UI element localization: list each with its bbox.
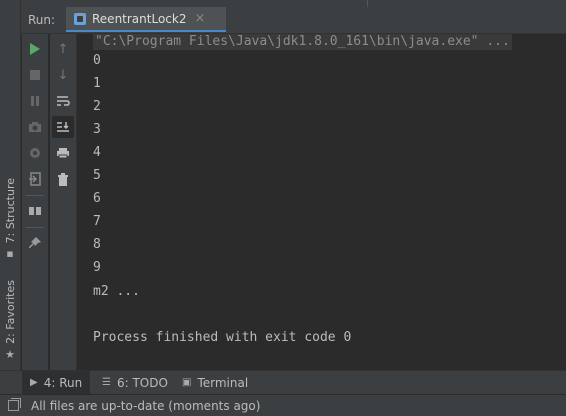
exit-icon [29,172,41,186]
output-line: m2 ... [93,284,140,299]
window-icon[interactable] [8,398,21,411]
terminal-tool-tab[interactable]: ▣ Terminal [174,371,256,394]
play-icon: ▶ [30,377,38,388]
output-line: 5 [93,168,101,183]
command-line: "C:\Program Files\Java\jdk1.8.0_161\bin\… [93,34,512,50]
console-output[interactable]: "C:\Program Files\Java\jdk1.8.0_161\bin\… [78,34,566,370]
pin-button[interactable] [24,232,46,254]
clear-all-button[interactable] [52,168,74,190]
settings-button[interactable] [24,142,46,164]
bottom-tool-tabs: ▶ 4: Run ☰ 6: TODO ▣ Terminal [0,370,566,394]
output-line: 4 [93,145,101,160]
application-icon [74,12,86,25]
gear-icon [30,148,40,158]
soft-wrap-button[interactable] [52,90,74,112]
stop-icon [30,70,40,80]
scroll-to-end-icon [57,122,69,132]
layout-button[interactable] [24,200,46,222]
output-line: 9 [93,260,101,275]
terminal-icon: ▣ [182,377,192,388]
status-bar: All files are up-to-date (moments ago) [0,394,566,416]
output-line: 6 [93,191,101,206]
previous-occurrence-button[interactable]: ↑ [52,38,74,60]
top-strip [21,0,566,7]
output-line: 2 [93,99,101,114]
output-line: 7 [93,214,101,229]
favorites-tool-tab[interactable]: 2: Favorites ★ [0,280,20,361]
dump-threads-button[interactable] [24,116,46,138]
output-line: 3 [93,122,101,137]
soft-wrap-icon [57,96,70,106]
todo-tool-tab[interactable]: ☰ 6: TODO [94,371,176,394]
run-toolbar [22,34,48,370]
arrow-up-icon: ↑ [57,41,69,57]
camera-icon [29,122,41,132]
print-button[interactable] [52,142,74,164]
close-icon[interactable]: × [194,11,205,26]
run-panel-header: Run: ReentrantLock2 × [21,7,566,33]
trash-icon [58,172,68,186]
toolbar-separator [26,195,44,196]
terminal-tab-label: Terminal [197,375,249,390]
output-line: 1 [93,76,101,91]
output-line: 8 [93,237,101,252]
run-config-tab[interactable]: ReentrantLock2 × [66,7,226,32]
stop-button[interactable] [24,64,46,86]
arrow-down-icon: ↓ [57,67,69,83]
rerun-button[interactable] [24,38,46,60]
star-icon: ★ [5,347,15,361]
next-occurrence-button[interactable]: ↓ [52,64,74,86]
pause-button[interactable] [24,90,46,112]
console-toolbar: ↑ ↓ [50,34,77,370]
favorites-tab-label: 2: Favorites [3,280,17,344]
toolbar-separator [26,227,44,228]
run-tool-tab[interactable]: ▶ 4: Run [22,371,91,394]
structure-icon: ▪ [6,247,14,261]
pause-icon [31,96,34,106]
pin-icon [29,237,41,248]
status-text: All files are up-to-date (moments ago) [31,398,261,413]
structure-tab-label: 7: Structure [3,178,17,244]
print-icon [57,148,69,159]
play-icon [30,43,40,55]
output-line: 0 [93,53,101,68]
scroll-to-end-button[interactable] [52,116,74,138]
restore-layout-button[interactable] [24,168,46,190]
list-icon: ☰ [102,377,111,388]
structure-tool-tab[interactable]: 7: Structure ▪ [0,178,20,260]
tab-title: ReentrantLock2 [92,11,187,26]
exit-message: Process finished with exit code 0 [93,330,352,345]
run-tab-label: 4: Run [43,375,83,390]
todo-tab-label: 6: TODO [116,375,168,390]
layout-icon [29,207,41,215]
run-label: Run: [28,13,56,27]
